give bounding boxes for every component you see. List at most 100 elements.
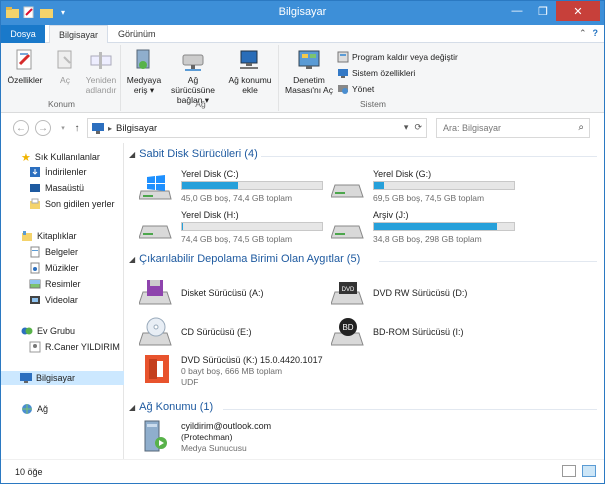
nav-homegroup[interactable]: Ev Grubu bbox=[21, 324, 75, 338]
nav-music[interactable]: Müzikler bbox=[29, 261, 79, 275]
drive-usage-fill bbox=[182, 223, 184, 230]
drive-usage-fill bbox=[374, 182, 384, 189]
status-bar: 10 öğe bbox=[1, 459, 604, 483]
drive-usage-fill bbox=[374, 223, 498, 230]
tab-computer[interactable]: Bilgisayar bbox=[49, 25, 109, 44]
section-divider bbox=[379, 261, 597, 262]
libraries-icon bbox=[22, 231, 32, 241]
title-bar: ▾ Bilgisayar — ❐ ✕ bbox=[1, 1, 604, 25]
group-location: Özellikler Aç Yeniden adlandır Konum bbox=[3, 45, 121, 111]
media-server-icon bbox=[144, 420, 167, 452]
minimize-button[interactable]: — bbox=[504, 1, 530, 21]
ribbon-controls: ⌃ ? bbox=[579, 28, 598, 39]
drive-name: Yerel Disk (C:) bbox=[181, 169, 239, 179]
music-icon bbox=[30, 262, 40, 274]
map-drive-button[interactable]: Ağ sürücüsüne bağlan ▾ bbox=[165, 47, 221, 105]
svg-text:DVD: DVD bbox=[342, 287, 355, 293]
drive-item[interactable]: Yerel Disk (H:) 74,4 GB boş, 74,5 GB top… bbox=[139, 210, 323, 250]
programs-icon bbox=[337, 51, 349, 63]
drive-item[interactable]: Yerel Disk (G:) 69,5 GB boş, 74,5 GB top… bbox=[331, 169, 515, 209]
nav-videos[interactable]: Videolar bbox=[29, 293, 78, 307]
drive-name: Yerel Disk (H:) bbox=[181, 210, 239, 220]
hard-drive-icon bbox=[331, 184, 364, 198]
nav-recent-places[interactable]: Son gidilen yerler bbox=[29, 197, 115, 211]
breadcrumb-separator-icon[interactable]: ▸ bbox=[108, 124, 112, 133]
collapse-icon[interactable]: ◢ bbox=[129, 403, 135, 412]
nav-computer[interactable]: Bilgisayar bbox=[1, 371, 124, 385]
expand-ribbon-icon[interactable]: ⌃ bbox=[579, 28, 587, 39]
section-network-locations[interactable]: ◢ Ağ Konumu (1) bbox=[129, 401, 213, 413]
details-view-icon[interactable] bbox=[562, 465, 576, 477]
hard-drive-icon bbox=[331, 225, 364, 239]
ribbon: Özellikler Aç Yeniden adlandır Konum Medy… bbox=[1, 43, 604, 113]
drive-name: Yerel Disk (G:) bbox=[373, 169, 432, 179]
tiles-view-icon[interactable] bbox=[582, 465, 596, 477]
nav-desktop[interactable]: Masaüstü bbox=[29, 181, 84, 195]
properties-icon bbox=[16, 49, 32, 70]
nav-pictures[interactable]: Resimler bbox=[29, 277, 81, 291]
collapse-icon[interactable]: ◢ bbox=[129, 150, 135, 159]
item-count: 10 öğe bbox=[15, 467, 43, 477]
nav-favorites[interactable]: ★ Sık Kullanılanlar bbox=[21, 150, 100, 164]
control-panel-button[interactable]: Denetim Masası'nı Aç bbox=[283, 47, 335, 95]
help-icon[interactable]: ? bbox=[593, 28, 599, 39]
drive-item[interactable]: Arşiv (J:) 34,8 GB boş, 298 GB toplam bbox=[331, 210, 515, 250]
refresh-icon[interactable]: ⟳ bbox=[414, 122, 422, 133]
media-server-icon bbox=[136, 49, 150, 69]
collapse-icon[interactable]: ◢ bbox=[129, 255, 135, 264]
drive-usage-bar bbox=[181, 181, 323, 190]
section-hard-disks[interactable]: ◢ Sabit Disk Sürücüleri (4) bbox=[129, 148, 258, 160]
section-removable-devices[interactable]: ◢ Çıkarılabilir Depolama Birimi Olan Ayg… bbox=[129, 253, 360, 265]
downloads-icon bbox=[30, 167, 40, 177]
network-location-icon bbox=[240, 50, 258, 69]
forward-button[interactable]: → bbox=[35, 120, 51, 136]
ribbon-tabs: Dosya Bilgisayar Görünüm ⌃ ? bbox=[1, 25, 604, 44]
navigation-pane: ★ Sık Kullanılanlar İndirilenler Masaüst… bbox=[1, 143, 124, 459]
network-icon bbox=[22, 404, 32, 414]
group-label-network: Ağ bbox=[195, 99, 206, 109]
media-access-button[interactable]: Medyaya eriş ▾ bbox=[125, 47, 163, 95]
nav-documents[interactable]: Belgeler bbox=[29, 245, 78, 259]
back-button[interactable]: ← bbox=[13, 120, 29, 136]
properties-button[interactable]: Özellikler bbox=[7, 47, 43, 85]
manage-button[interactable]: Yönet bbox=[337, 83, 374, 95]
rename-button[interactable]: Yeniden adlandır bbox=[81, 47, 121, 95]
manage-icon bbox=[338, 85, 348, 94]
network-drive-icon bbox=[182, 54, 204, 71]
open-button[interactable]: Aç bbox=[51, 47, 79, 85]
cd-drive-icon bbox=[139, 317, 172, 346]
tab-file[interactable]: Dosya bbox=[1, 25, 45, 43]
up-button[interactable]: ↑ bbox=[69, 120, 85, 136]
drive-usage-fill bbox=[182, 182, 238, 189]
hard-drive-icon bbox=[139, 225, 172, 239]
add-network-location-button[interactable]: Ağ konumu ekle bbox=[225, 47, 275, 95]
drive-item[interactable]: Yerel Disk (C:) 45,0 GB boş, 74,4 GB top… bbox=[139, 169, 323, 209]
search-box[interactable]: Ara: Bilgisayar ⌕ bbox=[436, 118, 590, 138]
section-divider bbox=[223, 409, 597, 410]
tab-view[interactable]: Görünüm bbox=[109, 25, 165, 43]
homegroup-icon bbox=[21, 327, 33, 335]
nav-network[interactable]: Ağ bbox=[21, 402, 48, 416]
recent-places-icon bbox=[30, 198, 40, 209]
nav-homegroup-user[interactable]: R.Caner YILDIRIM bbox=[29, 340, 120, 354]
drive-name: Arşiv (J:) bbox=[373, 210, 409, 220]
group-label-system: Sistem bbox=[360, 99, 386, 109]
nav-downloads[interactable]: İndirilenler bbox=[29, 165, 87, 179]
maximize-button[interactable]: ❐ bbox=[530, 1, 556, 21]
search-icon[interactable]: ⌕ bbox=[578, 119, 584, 137]
uninstall-program-button[interactable]: Program kaldır veya değiştir bbox=[337, 51, 458, 63]
system-properties-button[interactable]: Sistem özellikleri bbox=[337, 67, 415, 79]
breadcrumb-computer[interactable]: Bilgisayar bbox=[116, 123, 157, 134]
address-bar[interactable]: ▸ Bilgisayar ▾ ⟳ bbox=[87, 118, 427, 138]
close-button[interactable]: ✕ bbox=[556, 1, 600, 21]
drive-usage-bar bbox=[373, 181, 515, 190]
navigation-bar: ← → ▾ ↑ ▸ Bilgisayar ▾ ⟳ Ara: Bilgisayar… bbox=[1, 113, 604, 143]
nav-libraries[interactable]: Kitaplıklar bbox=[21, 229, 77, 243]
explorer-window: ▾ Bilgisayar — ❐ ✕ Dosya Bilgisayar Görü… bbox=[0, 0, 605, 484]
user-icon bbox=[29, 341, 41, 353]
desktop-icon bbox=[30, 184, 40, 192]
section-divider bbox=[261, 156, 597, 157]
address-dropdown-icon[interactable]: ▾ bbox=[404, 122, 409, 133]
content-pane: ◢ Sabit Disk Sürücüleri (4) Yerel Disk (… bbox=[125, 143, 604, 459]
drive-usage-bar bbox=[373, 222, 515, 231]
